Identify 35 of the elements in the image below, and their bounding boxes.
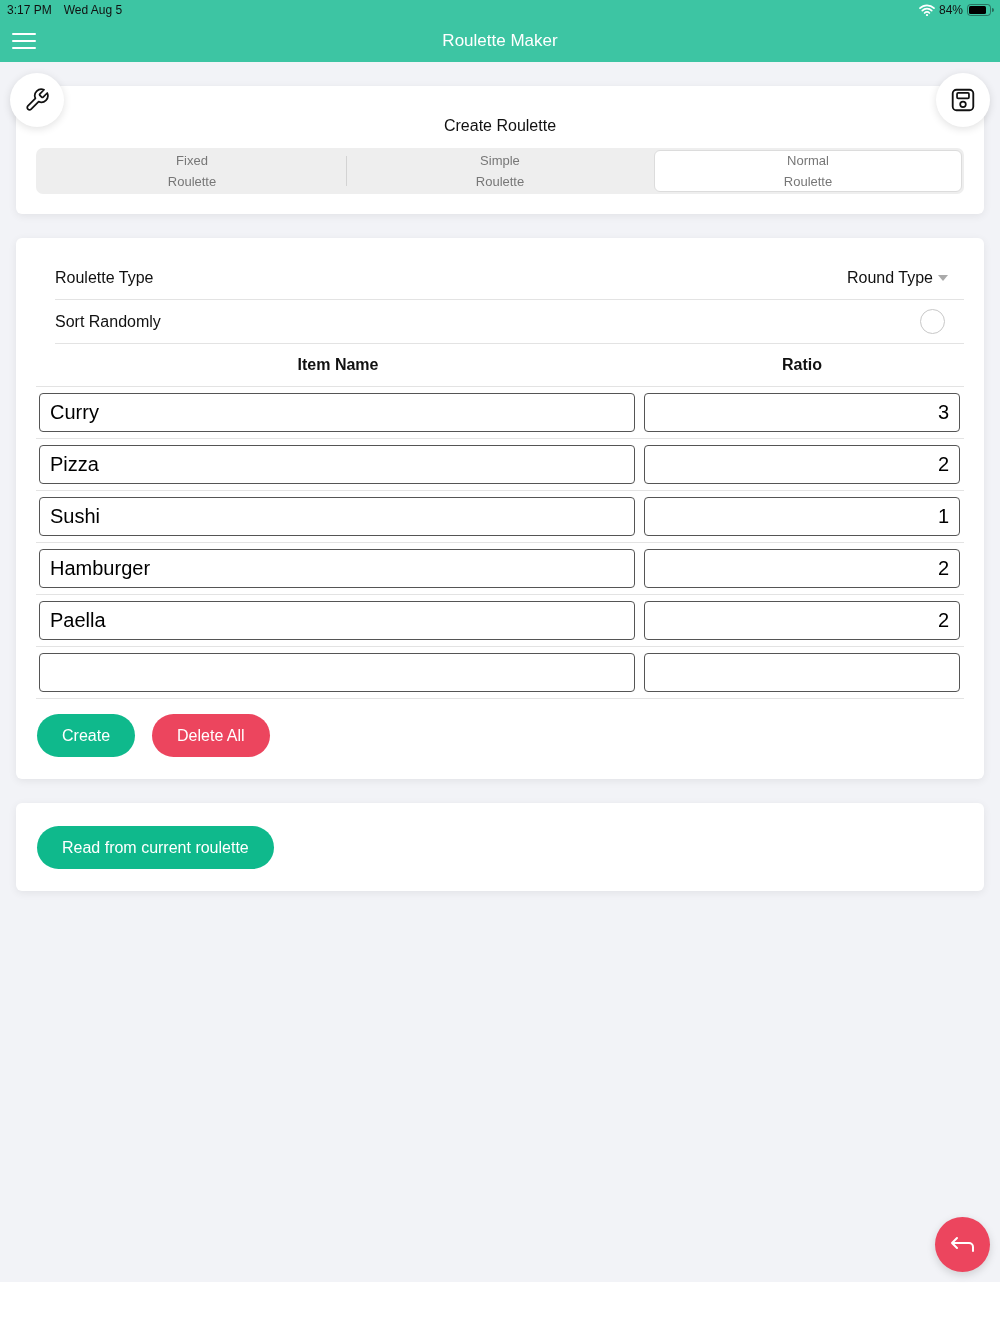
back-button[interactable] bbox=[935, 1217, 990, 1272]
battery-percent: 84% bbox=[938, 3, 963, 17]
caret-icon bbox=[938, 274, 948, 281]
setting-label: Roulette Type bbox=[55, 268, 154, 287]
ratio-field[interactable]: 2 bbox=[644, 601, 960, 640]
item-name-field[interactable]: Paella bbox=[39, 601, 635, 640]
sort-randomly-toggle[interactable] bbox=[920, 309, 945, 334]
return-arrow-icon bbox=[949, 1235, 976, 1254]
roulette-type-dropdown[interactable]: Round Type bbox=[847, 268, 948, 287]
ratio-field[interactable]: 1 bbox=[644, 497, 960, 536]
column-header: Item Name bbox=[297, 356, 379, 374]
roulette-kind-tab[interactable]: Fixed Roulette bbox=[38, 150, 346, 192]
item-name-field[interactable]: Curry bbox=[39, 393, 635, 432]
roulette-kind-tab[interactable]: Normal Roulette bbox=[654, 150, 962, 192]
delete-all-button[interactable]: Delete All bbox=[152, 714, 270, 757]
ratio-field[interactable]: 3 bbox=[644, 393, 960, 432]
save-button[interactable] bbox=[936, 73, 990, 127]
roulette-kind-tab[interactable]: Simple Roulette bbox=[346, 150, 654, 192]
setting-label: Sort Randomly bbox=[55, 312, 161, 331]
status-date: Wed Aug 5 bbox=[63, 3, 123, 17]
battery-icon bbox=[967, 4, 994, 16]
ratio-field[interactable]: 2 bbox=[644, 549, 960, 588]
column-header: Ratio bbox=[782, 356, 822, 374]
wifi-icon bbox=[918, 4, 935, 16]
status-time: 3:17 PM bbox=[7, 3, 52, 17]
ratio-field[interactable]: 2 bbox=[644, 445, 960, 484]
item-name-field[interactable]: Pizza bbox=[39, 445, 635, 484]
item-name-field[interactable]: Hamburger bbox=[39, 549, 635, 588]
tools-button[interactable] bbox=[10, 73, 64, 127]
ratio-field[interactable] bbox=[644, 653, 960, 692]
app-title: Roulette Maker bbox=[442, 31, 558, 51]
wrench-icon bbox=[24, 87, 50, 113]
item-name-field[interactable] bbox=[39, 653, 635, 692]
card-title: Create Roulette bbox=[443, 116, 557, 136]
item-name-field[interactable]: Sushi bbox=[39, 497, 635, 536]
